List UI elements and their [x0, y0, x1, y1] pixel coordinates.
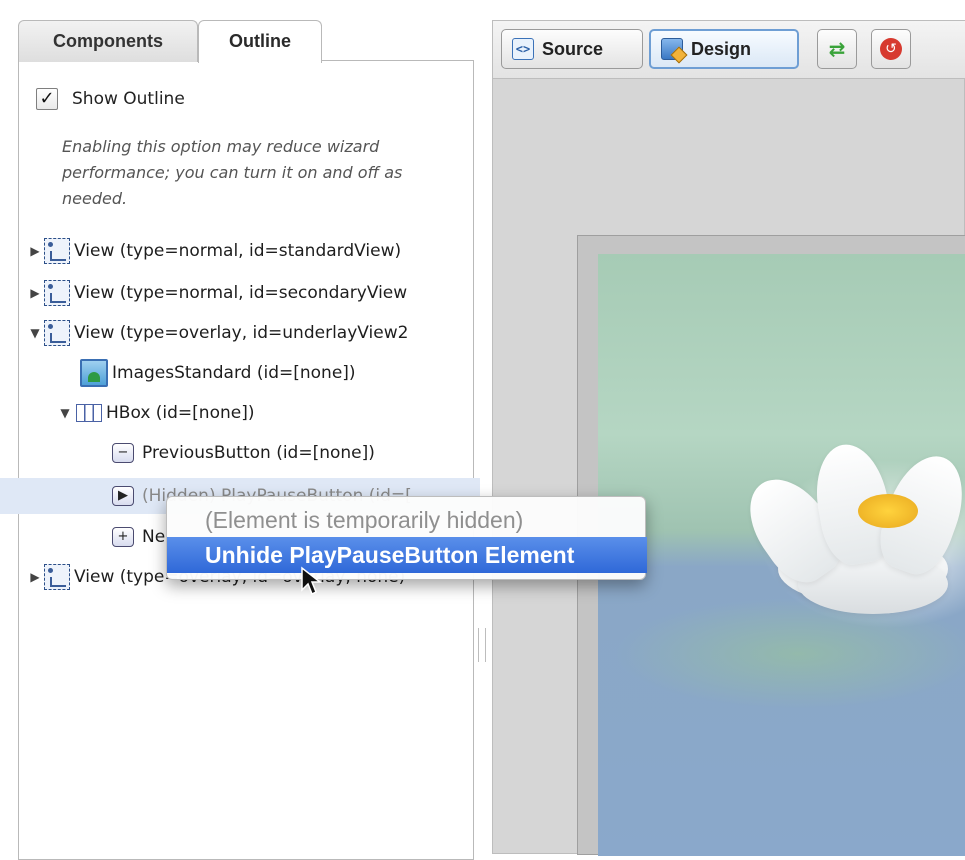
design-button[interactable]: Design — [649, 29, 799, 69]
performance-hint: Enabling this option may reduce wizard p… — [62, 137, 403, 208]
tree-node[interactable]: ▼ HBox (id=[none]) — [0, 398, 480, 428]
view-icon — [44, 320, 70, 346]
tab-outline[interactable]: Outline — [198, 20, 322, 63]
lily-flower — [732, 434, 965, 644]
button-play-icon: ▶ — [112, 486, 134, 506]
source-button-label: Source — [542, 38, 604, 59]
mouse-pointer-icon — [301, 566, 323, 596]
hbox-icon — [76, 404, 102, 422]
show-outline-checkbox[interactable]: ✓ — [36, 88, 58, 110]
tree-node-label: HBox (id=[none]) — [106, 403, 255, 423]
refresh-icon: ⇄ — [828, 37, 846, 61]
tree-node[interactable]: ▶ View (type=normal, id=secondaryView — [0, 278, 480, 308]
collapsed-arrow-icon[interactable]: ▶ — [28, 244, 42, 258]
show-outline-label[interactable]: Show Outline — [72, 89, 185, 109]
source-button[interactable]: <> Source — [501, 29, 643, 69]
design-panel: <> Source Design ⇄ ↺ — [492, 20, 965, 856]
view-icon — [44, 280, 70, 306]
tree-node[interactable]: − PreviousButton (id=[none]) — [0, 438, 480, 468]
expanded-arrow-icon[interactable]: ▼ — [28, 326, 42, 340]
code-icon: <> — [512, 38, 534, 60]
tree-node[interactable]: ▼ View (type=overlay, id=underlayView2 — [0, 318, 480, 348]
tree-node-label: Ne — [142, 527, 166, 547]
view-icon — [44, 238, 70, 264]
expanded-arrow-icon[interactable]: ▼ — [58, 406, 72, 420]
menu-item-unhide-element[interactable]: Unhide PlayPauseButton Element — [167, 537, 647, 573]
collapsed-arrow-icon[interactable]: ▶ — [28, 286, 42, 300]
water-lily-image — [598, 254, 965, 856]
tree-node-label: View (type=overlay, id=underlayView2 — [74, 323, 409, 343]
context-menu: (Element is temporarily hidden) Unhide P… — [166, 496, 647, 580]
tree-node-label: ImagesStandard (id=[none]) — [112, 363, 356, 383]
view-icon — [44, 564, 70, 590]
tree-node[interactable]: ImagesStandard (id=[none]) — [0, 358, 480, 388]
revert-button[interactable]: ↺ — [871, 29, 911, 69]
tree-node[interactable]: ▶ View (type=normal, id=standardView) — [0, 236, 480, 266]
refresh-button[interactable]: ⇄ — [817, 29, 857, 69]
button-minus-icon: − — [112, 443, 134, 463]
tree-node-label: PreviousButton (id=[none]) — [142, 443, 375, 463]
panel-splitter-handle[interactable] — [478, 628, 486, 662]
image-component-icon — [80, 359, 108, 387]
collapsed-arrow-icon[interactable]: ▶ — [28, 570, 42, 584]
tab-components[interactable]: Components — [18, 20, 198, 62]
revert-icon: ↺ — [880, 38, 902, 60]
tree-node-label: View (type=normal, id=secondaryView — [74, 283, 408, 303]
button-plus-icon: + — [112, 527, 134, 547]
tree-node-label: View (type=normal, id=standardView) — [74, 241, 402, 261]
show-outline-option: ✓ Show Outline — [36, 86, 185, 112]
checkmark-icon: ✓ — [39, 88, 55, 109]
menu-item-hidden-info: (Element is temporarily hidden) — [205, 507, 524, 533]
design-button-label: Design — [691, 38, 752, 59]
outline-panel: Components Outline ✓ Show Outline Enabli… — [0, 0, 480, 860]
editor-toolbar: <> Source Design ⇄ ↺ — [493, 21, 965, 79]
design-icon — [661, 38, 683, 60]
